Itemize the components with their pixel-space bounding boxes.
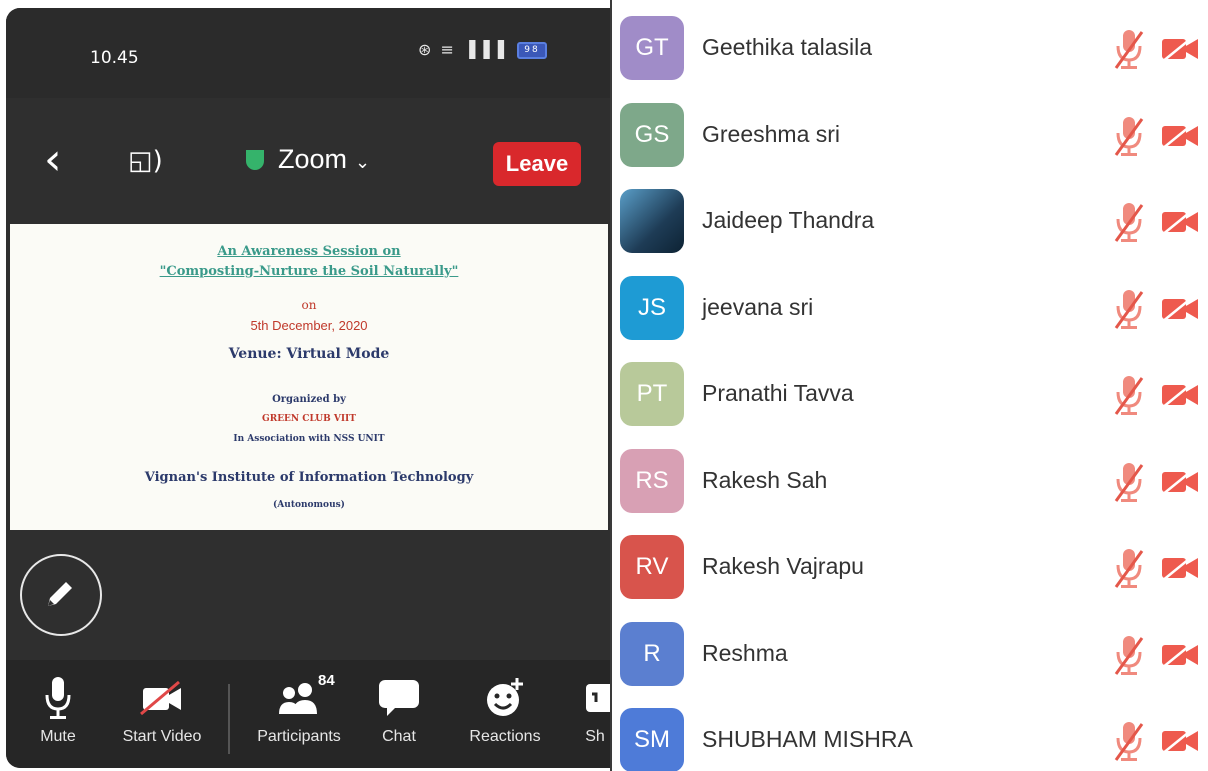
shield-icon xyxy=(246,150,264,170)
status-bar: 10.45 ⊛ ≡ ▐▐▐ 98 xyxy=(6,8,610,98)
mute-button[interactable]: Mute xyxy=(28,674,88,746)
doc-line-9: Vignan's Institute of Information Techno… xyxy=(144,470,474,485)
doc-line-4: 5th December, 2020 xyxy=(250,318,368,333)
meeting-title-text: Zoom xyxy=(278,144,348,174)
video-off-icon xyxy=(1160,467,1200,501)
participant-name: Greeshma sri xyxy=(702,120,841,147)
participant-row[interactable]: PT Pranathi Tavva xyxy=(612,350,1208,436)
avatar: GT xyxy=(620,16,684,80)
participant-name: Rakesh Sah xyxy=(702,466,828,493)
shared-screen-document: An Awareness Session on "Composting-Nurt… xyxy=(10,224,608,530)
start-video-button[interactable]: Start Video xyxy=(110,674,214,746)
participants-icon xyxy=(279,683,317,714)
meeting-top-bar: ‹ ◱) Zoom ⌄ Leave xyxy=(6,120,610,210)
participant-name: jeevana sri xyxy=(702,293,814,320)
start-video-label: Start Video xyxy=(122,728,202,745)
mute-label: Mute xyxy=(40,728,76,745)
doc-line-10: (Autonomous) xyxy=(273,500,345,510)
chat-icon xyxy=(379,680,419,716)
muted-mic-icon xyxy=(1112,634,1146,682)
doc-line-6: Organized by xyxy=(272,394,346,405)
participant-row[interactable]: GS Greeshma sri xyxy=(612,91,1208,177)
video-off-icon xyxy=(1160,726,1200,760)
doc-line-2: "Composting-Nurture the Soil Naturally" xyxy=(159,264,459,279)
participant-name: Reshma xyxy=(702,639,788,666)
avatar: PT xyxy=(620,362,684,426)
video-off-icon xyxy=(1160,34,1200,68)
avatar: JS xyxy=(620,275,684,340)
doc-line-3: on xyxy=(301,298,317,312)
muted-mic-icon xyxy=(1112,288,1146,336)
meeting-toolbar: Mute Start Video Participants Chat React… xyxy=(6,660,610,768)
video-off-icon xyxy=(1160,294,1200,328)
video-off-icon xyxy=(1160,380,1200,414)
signal-icon: ⊛ ≡ ▐▐▐ xyxy=(418,40,506,59)
participant-row[interactable]: SM SHUBHAM MISHRA xyxy=(612,696,1208,771)
speaker-icon[interactable]: ◱) xyxy=(128,146,163,176)
chevron-down-icon: ⌄ xyxy=(355,152,371,172)
pencil-icon xyxy=(48,582,72,606)
meeting-screen: 10.45 ⊛ ≡ ▐▐▐ 98 ‹ ◱) Zoom ⌄ Leave An Awa… xyxy=(6,8,610,768)
video-off-icon xyxy=(1160,640,1200,674)
participant-name: Pranathi Tavva xyxy=(702,380,854,406)
video-off-icon xyxy=(1160,121,1200,155)
participants-list: GT Geethika talasila GS Greeshma sri Jaideep… xyxy=(610,0,1208,771)
avatar: GS xyxy=(620,102,684,167)
avatar xyxy=(620,189,684,253)
share-button[interactable]: Sh xyxy=(580,674,610,746)
participant-row[interactable]: Jaideep Thandra xyxy=(612,177,1208,263)
chat-button[interactable]: Chat xyxy=(374,674,424,746)
toolbar-divider xyxy=(228,684,230,754)
participants-count-badge: 84 xyxy=(318,672,335,689)
avatar: SM xyxy=(620,708,684,771)
reactions-button[interactable]: Reactions xyxy=(458,674,552,746)
reactions-label: Reactions xyxy=(469,728,541,745)
share-label: Sh xyxy=(585,728,605,745)
share-screen-icon xyxy=(586,684,610,712)
muted-mic-icon xyxy=(1112,28,1146,76)
video-off-icon xyxy=(1160,207,1200,241)
annotate-button[interactable] xyxy=(20,554,102,636)
avatar: RS xyxy=(620,448,684,513)
muted-mic-icon xyxy=(1112,374,1146,422)
participant-name: Geethika talasila xyxy=(702,34,873,60)
participant-name: Rakesh Vajrapu xyxy=(702,553,864,579)
video-off-icon xyxy=(140,680,181,716)
participant-name: Jaideep Thandra xyxy=(702,207,875,233)
doc-line-1: An Awareness Session on xyxy=(217,244,401,259)
participant-row[interactable]: RS Rakesh Sah xyxy=(612,437,1208,523)
muted-mic-icon xyxy=(1112,461,1146,509)
smiley-icon xyxy=(487,678,523,716)
meeting-title[interactable]: Zoom ⌄ xyxy=(246,144,370,175)
muted-mic-icon xyxy=(1112,547,1146,595)
doc-line-5: Venue: Virtual Mode xyxy=(228,346,390,362)
chat-label: Chat xyxy=(382,728,416,745)
participant-row[interactable]: R Reshma xyxy=(612,610,1208,696)
signal-icons: ⊛ ≡ ▐▐▐ 98 xyxy=(418,40,547,59)
doc-line-8: In Association with NSS UNIT xyxy=(233,434,385,444)
video-off-icon xyxy=(1160,553,1200,587)
muted-mic-icon xyxy=(1112,720,1146,768)
participants-button[interactable]: Participants xyxy=(244,674,354,746)
avatar: RV xyxy=(620,535,684,599)
participant-row[interactable]: GT Geethika talasila xyxy=(612,4,1208,90)
participant-row[interactable]: JS jeevana sri xyxy=(612,264,1208,350)
muted-mic-icon xyxy=(1112,115,1146,163)
doc-line-7: GREEN CLUB VIIT xyxy=(262,414,356,424)
back-icon[interactable]: ‹ xyxy=(44,138,62,182)
participant-row[interactable]: RV Rakesh Vajrapu xyxy=(612,523,1208,609)
muted-mic-icon xyxy=(1112,201,1146,249)
microphone-icon xyxy=(45,677,71,719)
status-time: 10.45 xyxy=(90,48,139,68)
leave-button[interactable]: Leave xyxy=(493,142,581,186)
participant-name: SHUBHAM MISHRA xyxy=(702,726,913,752)
avatar: R xyxy=(620,621,684,686)
battery-icon: 98 xyxy=(517,42,547,59)
participants-label: Participants xyxy=(257,728,341,745)
